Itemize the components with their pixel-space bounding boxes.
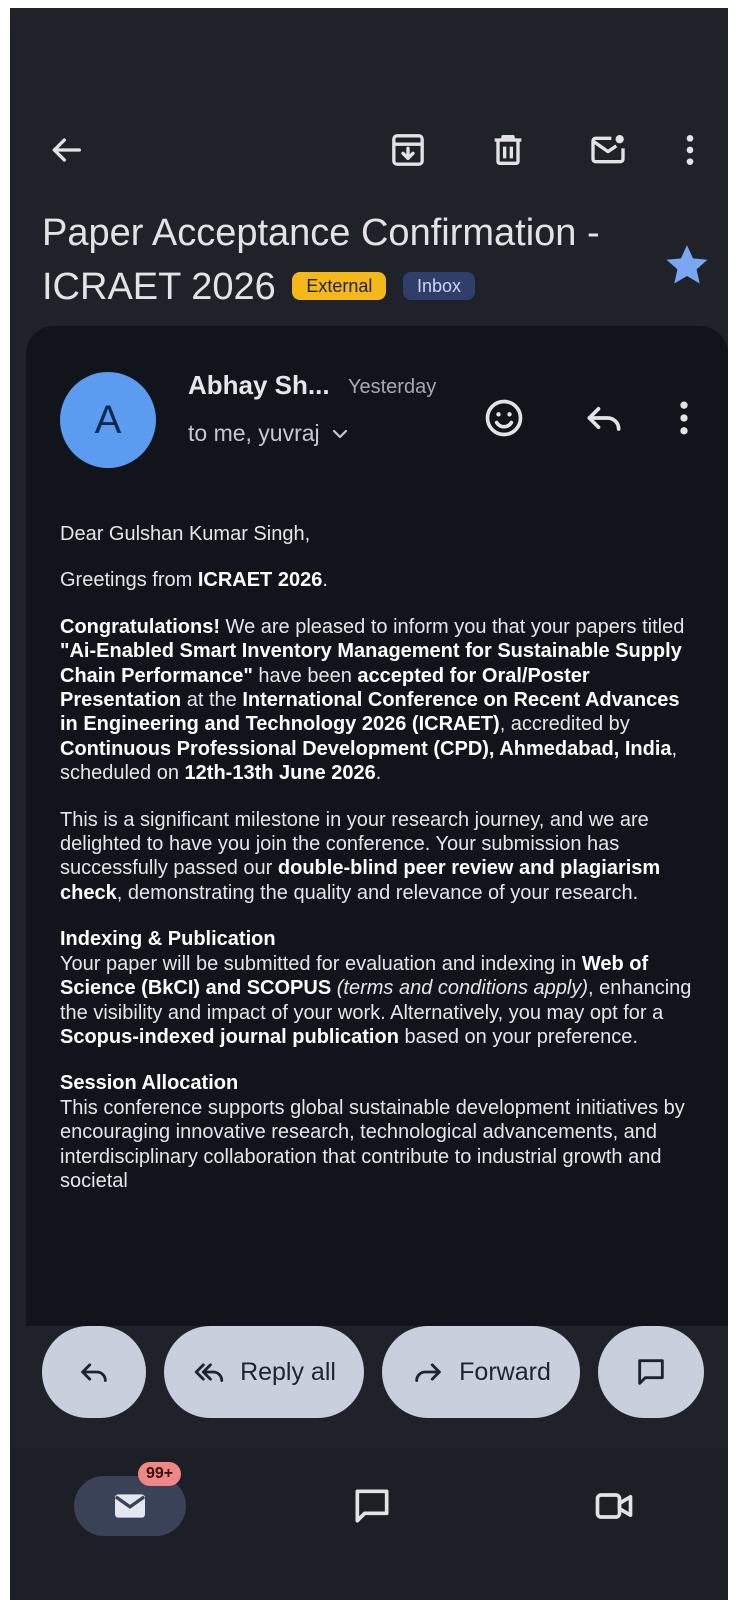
text: We are pleased to inform you that your p… [220,615,685,638]
section-heading: Session Allocation [60,1072,239,1095]
recipients-text: to me, yuvraj [188,420,320,446]
recipients-toggle[interactable]: to me, yuvraj [188,420,352,447]
text: , accredited by [499,713,630,736]
message-time: Yesterday [348,376,437,398]
trash-icon [494,135,522,165]
text: based on your preference. [398,1025,638,1048]
reply-action-button[interactable] [42,1326,146,1418]
more-options-button[interactable] [664,124,716,176]
chat-icon [638,1359,664,1385]
reply-all-label: Reply all [240,1357,336,1386]
conference-name: ICRAET 2026 [197,569,323,592]
video-icon [595,1493,633,1519]
nav-meet[interactable] [584,1476,644,1536]
text: Greetings from [60,569,198,592]
text: have been [252,664,358,687]
text: Congratulations! [60,615,220,638]
body-paragraph: Session Allocation This conference suppor… [60,1071,700,1193]
text: Continuous Professional Development (CPD… [60,737,672,760]
forward-label: Forward [459,1357,551,1386]
conference-dates: 12th-13th June 2026 [184,762,376,785]
email-subject: Paper Acceptance Confirmation - ICRAET 2… [42,206,652,314]
text: (terms and conditions apply) [336,977,588,1000]
forward-button[interactable]: Forward [382,1326,580,1418]
section-heading: Indexing & Publication [60,928,276,951]
message-body: Dear Gulshan Kumar Singh, Greetings from… [60,522,700,1215]
body-paragraph: This is a significant milestone in your … [60,808,700,906]
emoji-icon [485,399,523,437]
forward-icon [415,1363,441,1382]
top-toolbar [10,108,728,192]
text: at the [181,689,243,712]
mark-unread-button[interactable] [582,124,634,176]
unread-count-badge: 99+ [138,1462,182,1486]
chat-reply-button[interactable] [598,1326,704,1418]
more-vert-icon [680,401,688,435]
arrow-left-icon [52,138,82,162]
more-vert-icon [686,135,694,165]
text: , demonstrating the quality and relevanc… [116,881,639,904]
reply-all-icon [194,1363,224,1382]
text: Scopus-indexed journal publication [60,1025,399,1048]
reply-icon [587,407,621,431]
archive-button[interactable] [382,124,434,176]
chat-icon [355,1489,389,1523]
text: . [375,762,382,785]
reply-button[interactable] [580,394,628,442]
delete-button[interactable] [482,124,534,176]
mail-icon [114,1494,146,1518]
gmail-app: Paper Acceptance Confirmation - ICRAET 2… [10,8,728,1600]
greeting: Dear Gulshan Kumar Singh, [60,523,311,545]
archive-icon [392,134,424,166]
body-paragraph: Congratulations! We are pleased to infor… [60,615,700,786]
star-button[interactable] [662,240,712,290]
message-card: A Abhay Sh... Yesterday to me, yuvraj De… [26,326,728,1326]
chevron-down-icon [332,429,347,438]
inbox-label[interactable]: Inbox [402,271,475,300]
external-label: External [292,271,387,300]
text: . [322,569,328,592]
sender-name[interactable]: Abhay Sh... [188,370,330,401]
mail-unread-icon [591,135,625,164]
sender-avatar[interactable]: A [60,372,156,468]
reply-all-button[interactable]: Reply all [164,1326,364,1418]
body-paragraph: Greetings from ICRAET 2026. [60,568,700,592]
back-button[interactable] [40,124,92,176]
star-icon [666,245,708,284]
reply-icon [81,1363,107,1382]
body-paragraph: Indexing & Publication Your paper will be… [60,927,700,1049]
message-more-button[interactable] [660,394,708,442]
text: This conference supports global sustaina… [60,1096,685,1192]
text: Your paper will be submitted for evaluat… [60,952,582,975]
nav-chat[interactable] [342,1476,402,1536]
add-reaction-button[interactable] [480,394,528,442]
bottom-navigation: 99+ [10,1448,728,1600]
